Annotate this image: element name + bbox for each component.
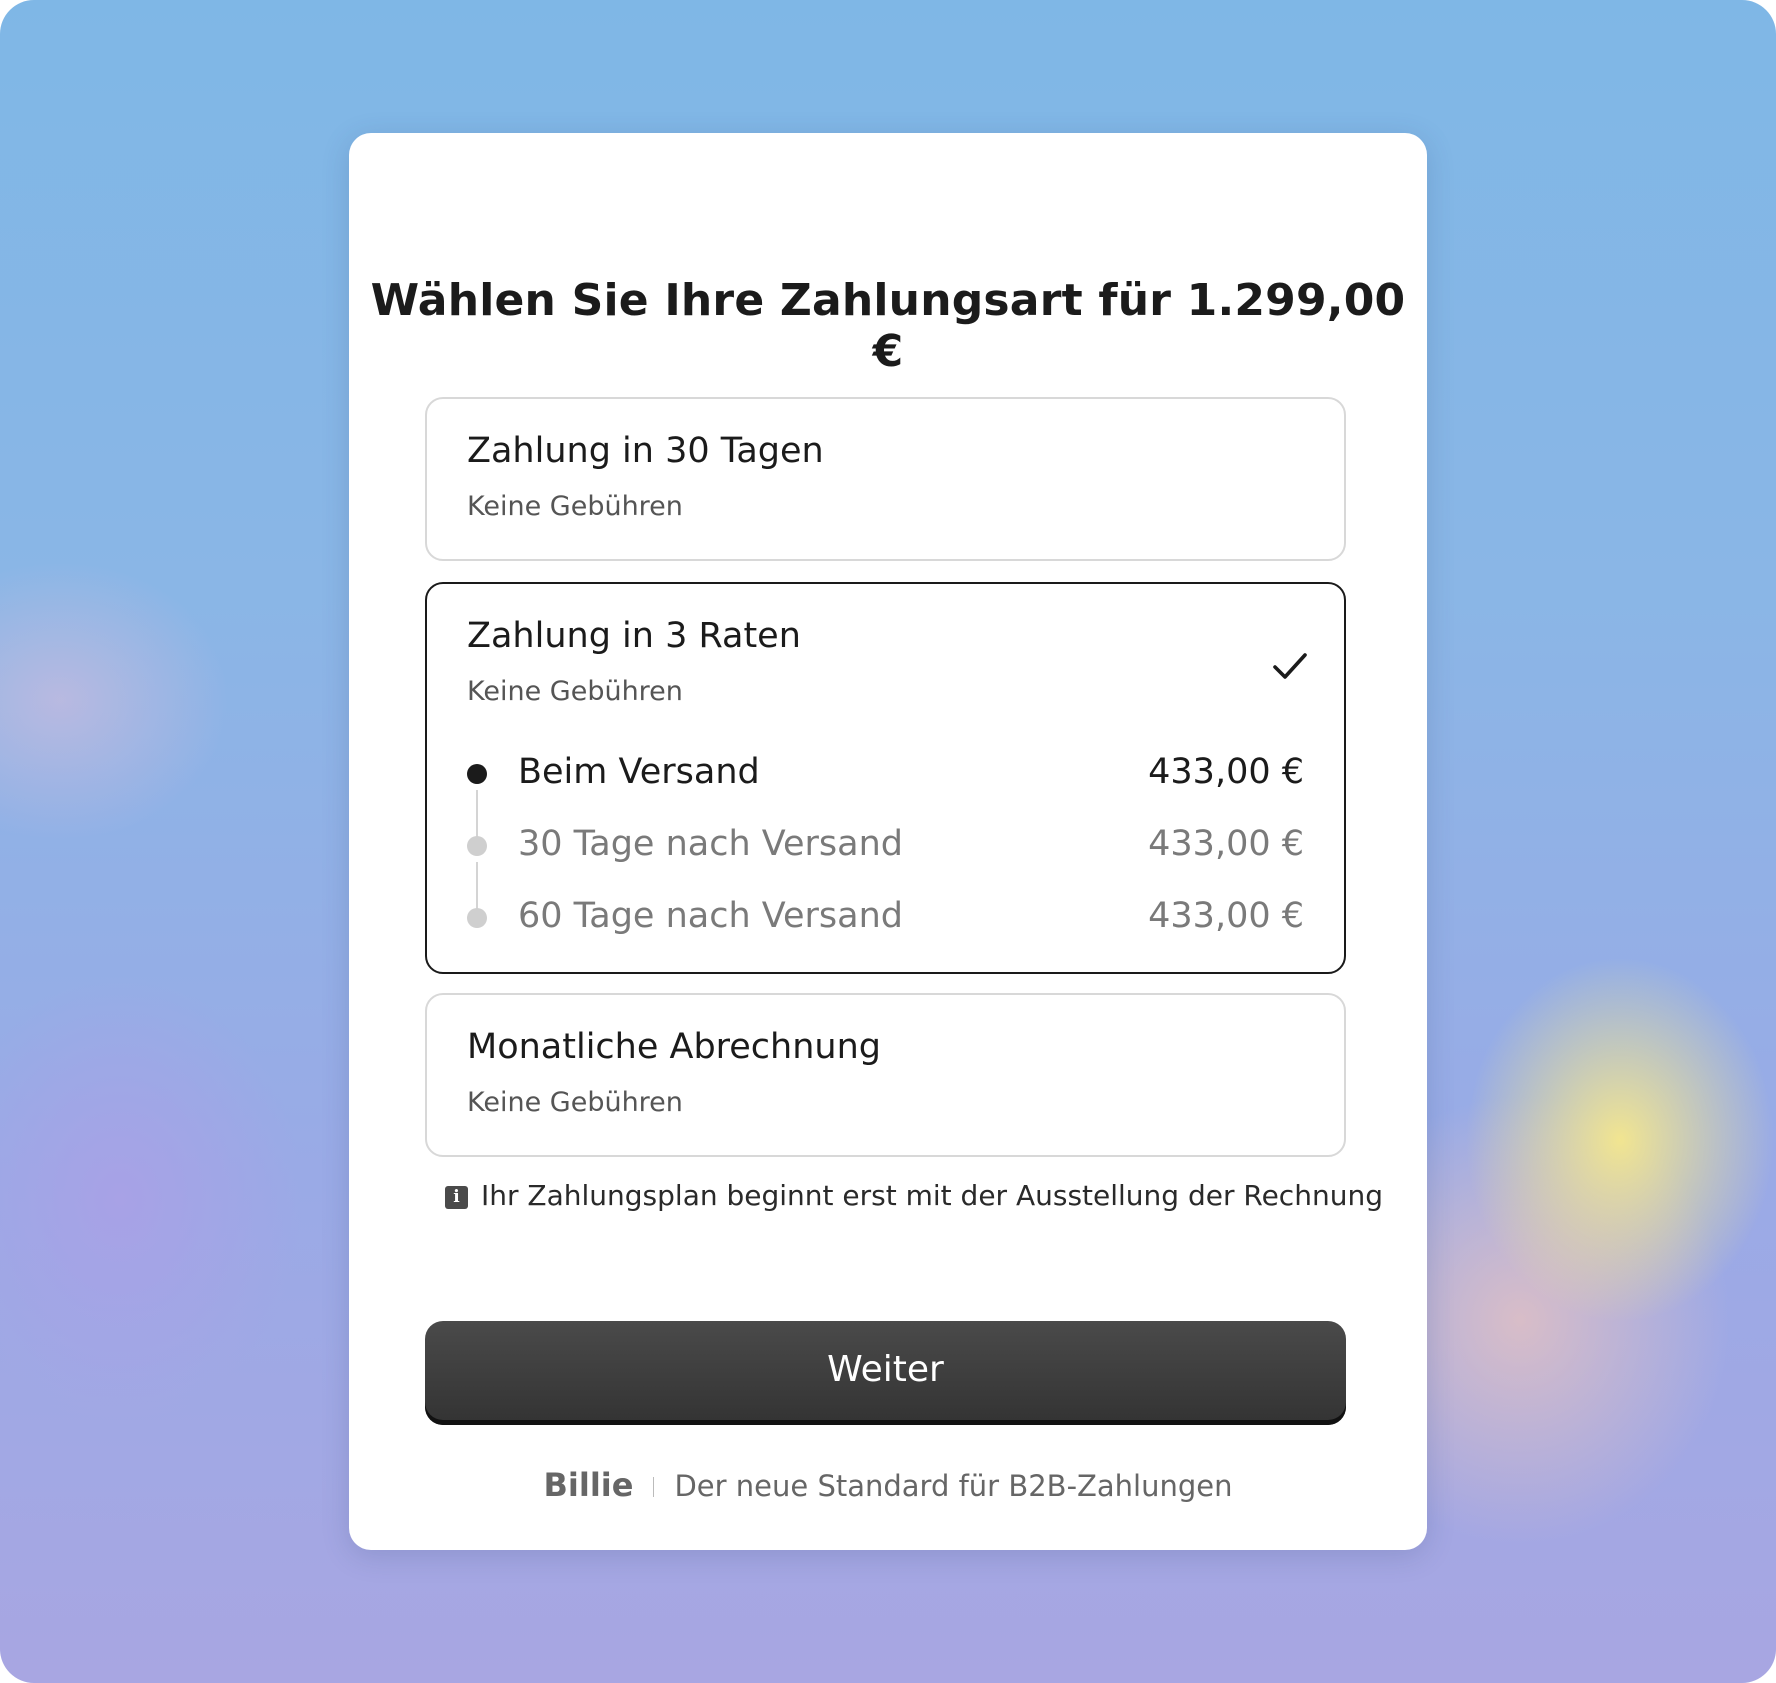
schedule-label: 30 Tage nach Versand bbox=[518, 824, 903, 864]
option-monthly-billing[interactable]: Monatliche Abrechnung Keine Gebühren bbox=[425, 993, 1346, 1157]
schedule-label: 60 Tage nach Versand bbox=[518, 896, 903, 936]
info-icon: i bbox=[445, 1186, 468, 1209]
option-title: Monatliche Abrechnung bbox=[467, 1027, 882, 1067]
option-subtitle: Keine Gebühren bbox=[467, 1087, 683, 1118]
info-text: Ihr Zahlungsplan beginnt erst mit der Au… bbox=[481, 1179, 1383, 1212]
schedule-amount: 433,00 € bbox=[1148, 896, 1304, 936]
option-title: Zahlung in 3 Raten bbox=[467, 616, 801, 656]
option-pay-in-3-installments[interactable]: Zahlung in 3 Raten Keine Gebühren Beim V… bbox=[425, 582, 1346, 974]
option-subtitle: Keine Gebühren bbox=[467, 491, 683, 522]
payment-method-card: Wählen Sie Ihre Zahlungsart für 1.299,00… bbox=[349, 133, 1427, 1550]
checkmark-icon bbox=[1273, 653, 1307, 679]
background: Wählen Sie Ihre Zahlungsart für 1.299,00… bbox=[0, 0, 1776, 1683]
schedule-amount: 433,00 € bbox=[1148, 824, 1304, 864]
schedule-label: Beim Versand bbox=[518, 752, 760, 792]
footer-divider bbox=[653, 1477, 655, 1497]
option-title: Zahlung in 30 Tagen bbox=[467, 431, 824, 471]
footer-tagline: Der neue Standard für B2B-Zahlungen bbox=[674, 1469, 1233, 1503]
timeline-dot bbox=[467, 836, 487, 856]
schedule-row: 60 Tage nach Versand 433,00 € bbox=[467, 896, 1304, 940]
schedule-amount: 433,00 € bbox=[1148, 752, 1304, 792]
option-pay-in-30-days[interactable]: Zahlung in 30 Tagen Keine Gebühren bbox=[425, 397, 1346, 561]
schedule-row: 30 Tage nach Versand 433,00 € bbox=[467, 824, 1304, 868]
timeline-dot bbox=[467, 908, 487, 928]
timeline-dot bbox=[467, 764, 487, 784]
schedule-row: Beim Versand 433,00 € bbox=[467, 752, 1304, 796]
billie-logo: Billie bbox=[543, 1466, 634, 1504]
continue-button[interactable]: Weiter bbox=[425, 1321, 1346, 1425]
page-title: Wählen Sie Ihre Zahlungsart für 1.299,00… bbox=[370, 275, 1406, 377]
option-subtitle: Keine Gebühren bbox=[467, 676, 683, 707]
footer: Billie Der neue Standard für B2B-Zahlunge… bbox=[349, 1466, 1427, 1506]
